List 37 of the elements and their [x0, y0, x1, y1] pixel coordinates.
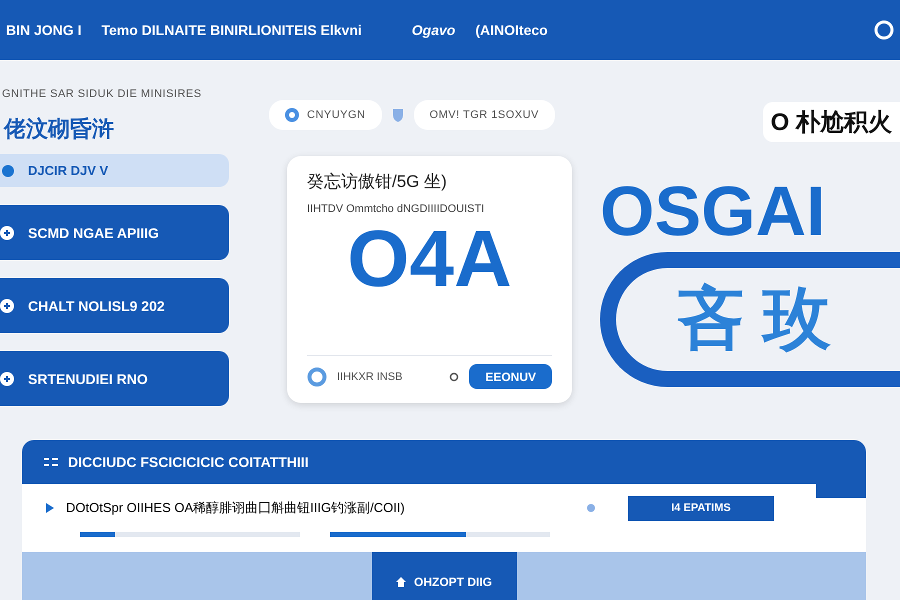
sidebar-item[interactable]: DJCIR DJV V	[0, 154, 229, 187]
chevron-icon	[46, 503, 54, 513]
menu-icon	[44, 458, 58, 466]
hero-headline: OSGAI	[600, 176, 827, 246]
sidebar-item[interactable]: CHALT NOLISL9 202	[0, 278, 229, 333]
filter-button[interactable]: CNYUYGN	[269, 100, 382, 130]
sidebar-item[interactable]: SCMD NGAE APIIIG	[0, 205, 229, 260]
plus-circle-icon	[0, 226, 14, 240]
hero-glyphs: 吝 玫	[676, 280, 831, 359]
circle-icon	[586, 503, 596, 513]
dot-icon	[2, 164, 14, 176]
card-value: O4A	[346, 219, 513, 299]
row-text: DOtOtSpr OIIHES OA稀醇腓诩曲囗斛曲钮IIIG钓涨副/COII)	[66, 499, 405, 517]
plus-circle-icon	[0, 372, 14, 386]
section-caption: GNITHE SAR SIDUK DIE MINISIRES	[1, 88, 203, 100]
action-button[interactable]: OHZOPT DIIG	[372, 552, 516, 600]
filter-button[interactable]: OMV! TGR 1SOXUV	[414, 100, 555, 130]
card-title: 癸忘访傲钳/5G 坐)	[307, 171, 448, 193]
panel-title: DICCIUDC FSCICICICIC COITATTHIII	[68, 454, 309, 470]
nav-link[interactable]: Ogavo	[412, 22, 456, 38]
nav-link[interactable]: Temo DILNAITE BINIRLIONITEIS Elkvni	[101, 22, 362, 38]
row-button[interactable]: I4 EPATIMS	[628, 496, 774, 520]
nav-link[interactable]: BIN JONG I	[6, 22, 82, 38]
ring-icon	[307, 366, 327, 386]
nav-link[interactable]: (AINOIteco	[475, 22, 548, 38]
shield-icon	[392, 108, 404, 122]
corner-label: O 朴尬积火	[762, 102, 900, 142]
home-icon	[396, 577, 406, 587]
sidebar-item[interactable]: SRTENUDIEI RNO	[0, 351, 229, 406]
section-title: 佬汶砌昏浒	[2, 115, 115, 143]
circle-icon	[874, 20, 894, 40]
plus-circle-icon	[0, 298, 14, 312]
circle-icon	[449, 372, 460, 382]
card-button[interactable]: EEONUV	[469, 364, 552, 389]
circle-icon	[285, 108, 299, 122]
card-subtitle: IIHTDV Ommtcho dNGDIIIIDOUISTI	[307, 203, 486, 215]
card-footer-text: IIHKXR INSB	[337, 370, 402, 382]
